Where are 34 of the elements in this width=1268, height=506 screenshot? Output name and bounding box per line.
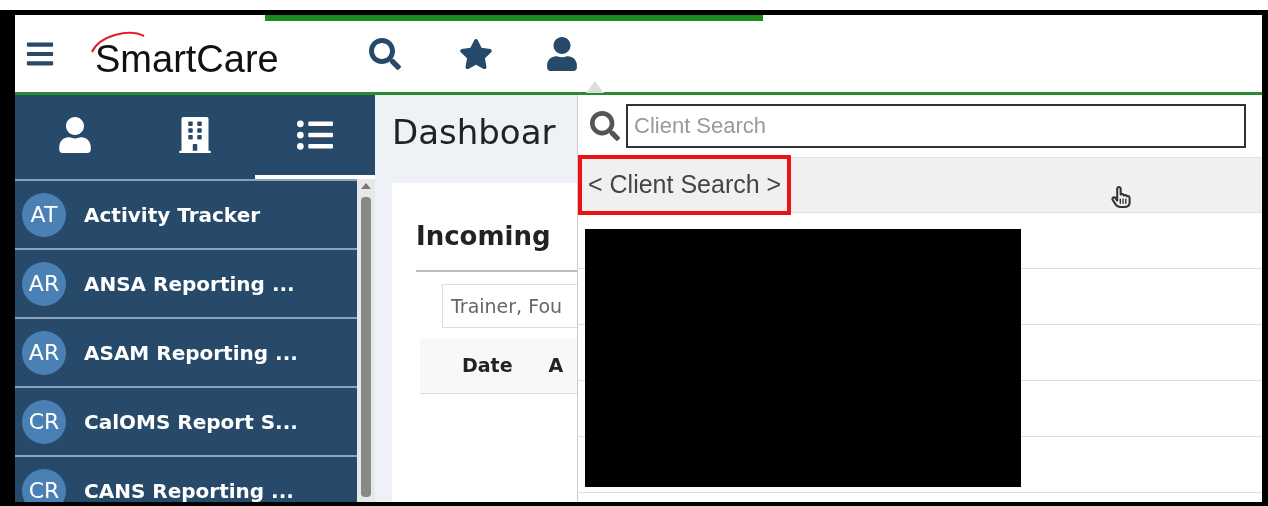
- user-button[interactable]: [544, 36, 579, 71]
- column-header[interactable]: Date: [462, 351, 513, 380]
- sidebar-item[interactable]: AT Activity Tracker: [15, 179, 357, 248]
- initials-avatar: CR: [22, 399, 66, 444]
- sidebar-item[interactable]: CR CANS Reporting ...: [15, 455, 357, 502]
- scroll-up-icon[interactable]: [361, 183, 371, 189]
- item-label: CalOMS Report S...: [84, 408, 298, 436]
- popup-pointer-icon: [586, 81, 604, 93]
- sidebar-item[interactable]: AR ASAM Reporting ...: [15, 317, 357, 386]
- scroll-thumb[interactable]: [361, 197, 371, 497]
- sidebar-item[interactable]: AR ANSA Reporting ...: [15, 248, 357, 317]
- initials-avatar: AT: [22, 192, 66, 237]
- initials-avatar: CR: [22, 468, 66, 502]
- building-icon: [177, 117, 213, 153]
- item-label: Activity Tracker: [84, 201, 261, 229]
- sidebar-item[interactable]: CR CalOMS Report S...: [15, 386, 357, 455]
- star-button[interactable]: [458, 36, 493, 71]
- app-logo: SmartCare: [89, 29, 279, 78]
- person-icon: [57, 117, 93, 153]
- list-icon: [297, 117, 333, 153]
- search-button[interactable]: [368, 37, 401, 70]
- item-label: ASAM Reporting ...: [84, 339, 298, 367]
- card-title: Incoming: [416, 220, 552, 253]
- search-result-row[interactable]: < Client Search >: [578, 157, 1262, 213]
- initials-avatar: AR: [22, 330, 66, 375]
- page-title: Dashboar: [392, 115, 557, 149]
- hand-cursor-icon: [1110, 186, 1132, 208]
- item-label: CANS Reporting ...: [84, 477, 294, 502]
- search-icon: [590, 111, 620, 141]
- client-search-field[interactable]: Client Search: [626, 104, 1246, 148]
- item-label: ANSA Reporting ...: [84, 270, 295, 298]
- client-search-link[interactable]: < Client Search >: [578, 155, 792, 215]
- column-header[interactable]: A: [548, 351, 564, 380]
- initials-avatar: AR: [22, 261, 66, 306]
